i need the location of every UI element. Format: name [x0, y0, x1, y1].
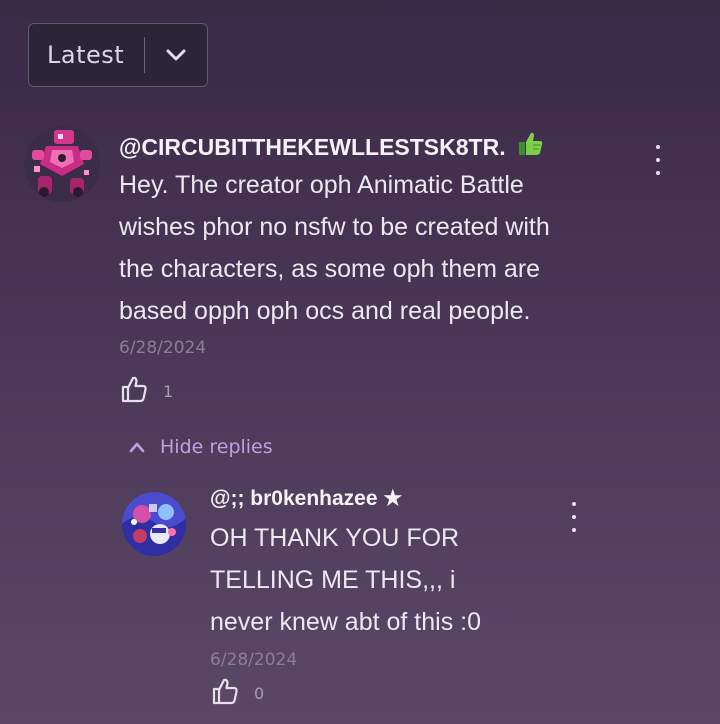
comment-body: Hey. The creator oph Animatic Battle wis…: [119, 164, 659, 332]
comment-date: 6/28/2024: [119, 338, 207, 358]
reply-line: never knew abt of this :0: [210, 608, 481, 636]
thumbs-up-icon[interactable]: [119, 374, 149, 408]
sort-dropdown[interactable]: Latest: [28, 23, 208, 87]
robot-avatar-icon: [24, 126, 100, 202]
like-count: 1: [163, 381, 174, 401]
reply-date: 6/28/2024: [210, 650, 298, 670]
comment-line: wishes phor no nsfw to be created with: [119, 213, 550, 241]
thumbs-up-icon[interactable]: [210, 676, 240, 710]
kebab-dot: [656, 158, 660, 162]
like-control: 1: [119, 374, 173, 408]
comment-line: Hey. The creator oph Animatic Battle: [119, 171, 524, 199]
reply-line: OH THANK YOU FOR: [210, 524, 460, 552]
thumbs-up-emoji-icon: [516, 130, 544, 164]
reply-line: TELLING ME THIS,,, i: [210, 566, 456, 594]
comment-line: the characters, as some oph them are: [119, 255, 541, 283]
comment-author[interactable]: @CIRCUBITTHEKEWLLESTSK8TR.: [119, 130, 544, 164]
sort-label: Latest: [47, 41, 125, 69]
chevron-down-icon[interactable]: [145, 48, 207, 62]
hide-replies-button[interactable]: Hide replies: [128, 436, 273, 458]
reply-body: OH THANK YOU FOR TELLING ME THIS,,, i ne…: [210, 517, 650, 643]
chevron-up-icon: [128, 436, 146, 458]
hide-replies-label: Hide replies: [160, 436, 273, 458]
author-name: @;; br0kenhazee ★: [210, 487, 403, 510]
collage-avatar-icon: [122, 492, 186, 556]
author-name: @CIRCUBITTHEKEWLLESTSK8TR.: [119, 133, 506, 160]
comment-line: based opph oph ocs and real people.: [119, 297, 531, 325]
reply-author[interactable]: @;; br0kenhazee ★: [210, 486, 402, 511]
kebab-dot: [572, 502, 576, 506]
like-count: 0: [254, 683, 265, 703]
like-control: 0: [210, 676, 264, 710]
avatar[interactable]: [122, 492, 186, 556]
kebab-dot: [656, 145, 660, 149]
avatar[interactable]: [24, 126, 100, 202]
